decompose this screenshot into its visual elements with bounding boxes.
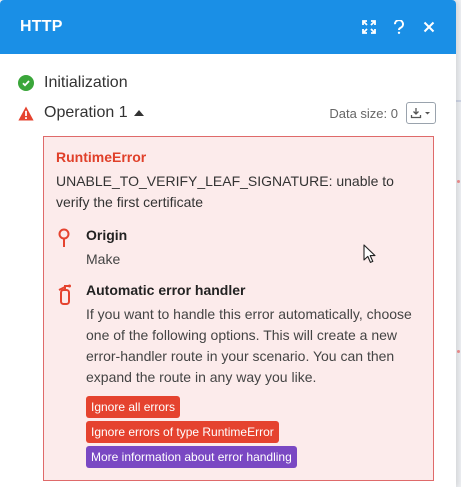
data-size-label: Data size: 0 (329, 105, 398, 121)
step-operation: Operation 1 Data size: 0 (18, 98, 436, 128)
handler-description: If you want to handle this error automat… (86, 306, 412, 385)
origin-value: Make (86, 251, 121, 267)
step-label: Initialization (44, 74, 128, 91)
panel-header: HTTP (0, 0, 456, 54)
panel-title: HTTP (20, 18, 63, 35)
question-mark-icon (393, 20, 404, 34)
pin-icon (58, 228, 70, 247)
step-label: Operation 1 (44, 104, 128, 121)
background-dot (457, 350, 460, 353)
module-output-panel: HTTP Initialization Operation 1 Data siz… (0, 0, 456, 487)
error-title: RuntimeError (56, 149, 147, 165)
help-button[interactable] (386, 14, 412, 40)
background-dot (457, 180, 460, 183)
ignore-all-errors-button[interactable]: Ignore all errors (86, 396, 181, 418)
origin-title: Origin (86, 227, 128, 243)
error-handling-info-button[interactable]: More information about error handling (86, 446, 297, 468)
expand-button[interactable] (356, 14, 382, 40)
mouse-cursor-icon (363, 244, 376, 263)
fire-extinguisher-icon (58, 284, 71, 305)
download-icon (410, 108, 430, 119)
collapse-caret-icon[interactable] (133, 110, 144, 116)
error-handler-section: Automatic error handler If you want to h… (56, 282, 421, 471)
error-message: UNABLE_TO_VERIFY_LEAF_SIGNATURE: unable … (56, 173, 394, 210)
step-initialization[interactable]: Initialization (18, 68, 436, 98)
error-details-box: RuntimeError UNABLE_TO_VERIFY_LEAF_SIGNA… (43, 136, 434, 481)
background-connector (456, 100, 461, 102)
check-circle-icon (18, 75, 34, 91)
close-button[interactable] (416, 14, 442, 40)
warning-icon (18, 106, 34, 120)
handler-actions: Ignore all errors Ignore errors of type … (86, 396, 421, 471)
ignore-runtime-errors-button[interactable]: Ignore errors of type RuntimeError (86, 421, 279, 443)
expand-icon (362, 20, 376, 34)
download-dropdown-button[interactable] (406, 102, 436, 124)
close-icon (423, 21, 435, 33)
handler-title: Automatic error handler (86, 282, 246, 298)
